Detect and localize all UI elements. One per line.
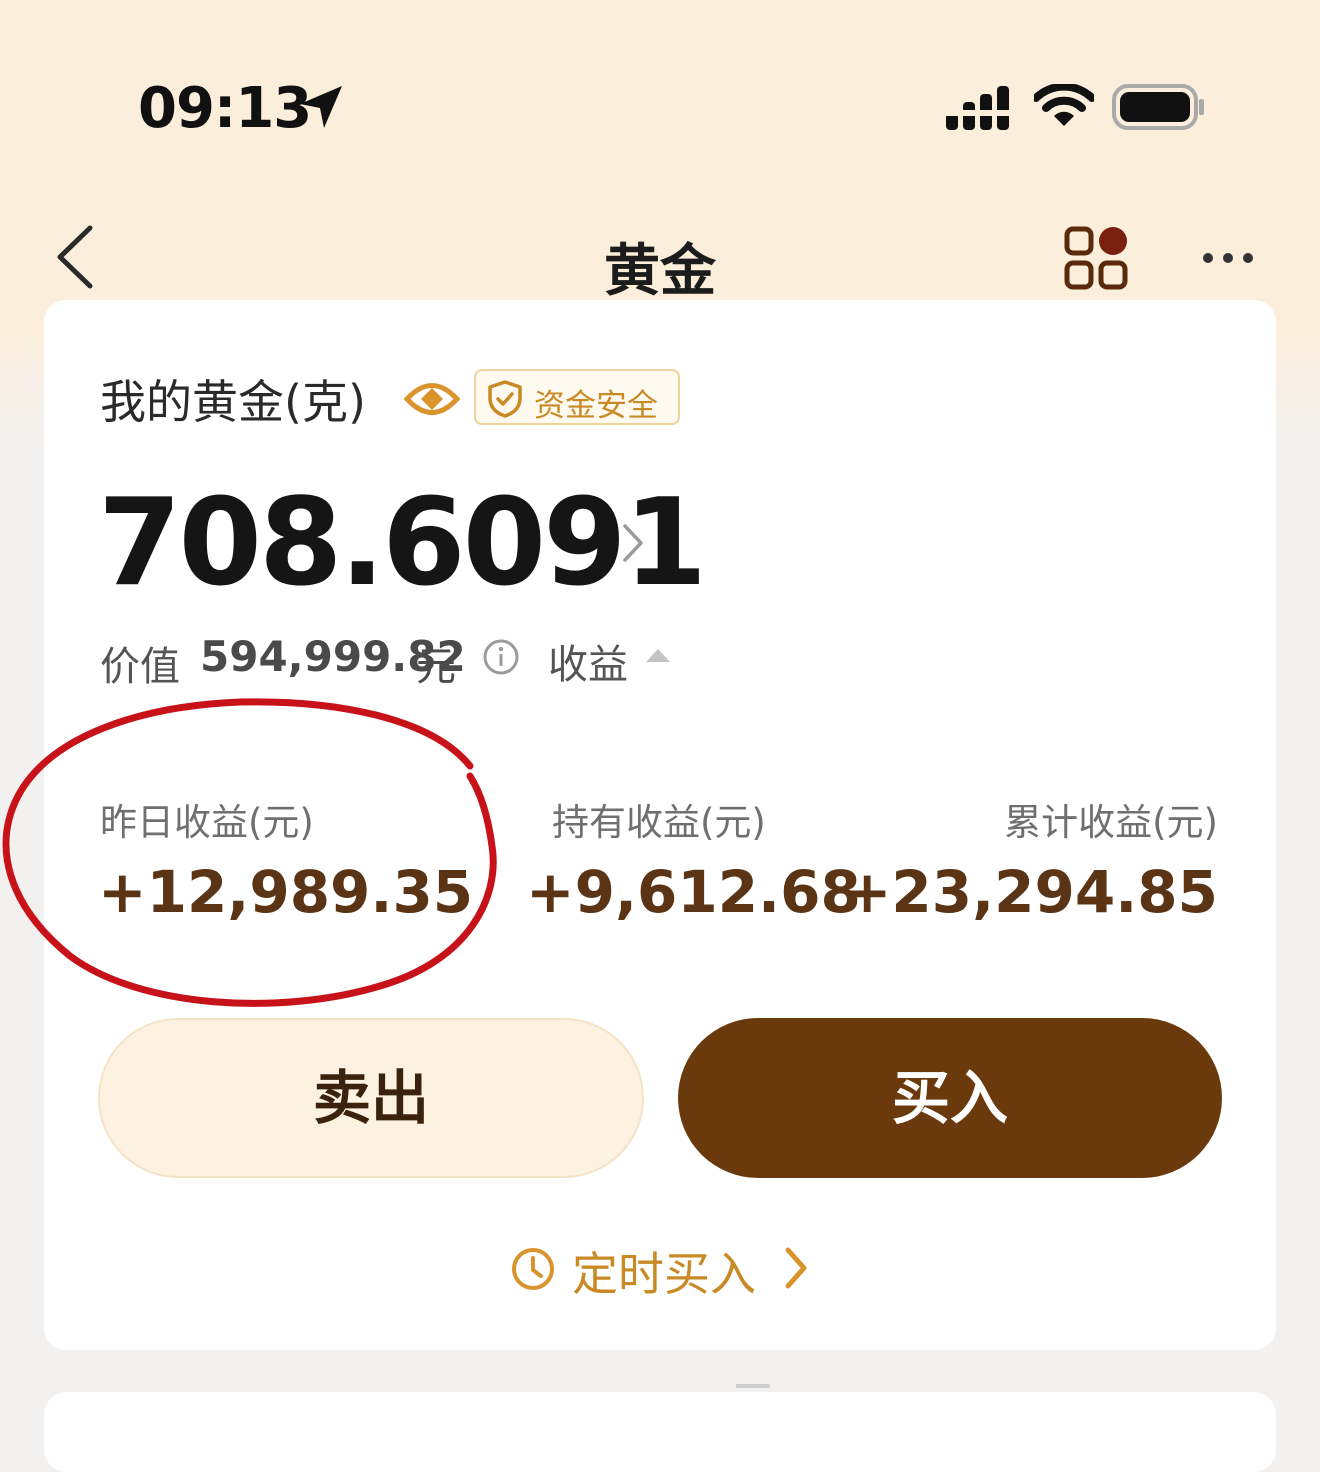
- location-arrow-icon: [300, 86, 342, 128]
- holding-label: 我的黄金(克): [100, 375, 366, 429]
- more-icon[interactable]: [1200, 246, 1256, 270]
- clock-icon: [512, 1248, 554, 1290]
- status-time: 09:13: [138, 76, 312, 141]
- profit-toggle-label: 收益: [548, 642, 628, 688]
- value-unit: 元: [416, 644, 456, 690]
- safety-badge-label: 资金安全: [534, 388, 658, 424]
- info-icon[interactable]: [482, 638, 520, 676]
- holding-profit-label: 持有收益(元): [552, 801, 766, 844]
- home-indicator: [736, 1384, 770, 1388]
- safety-badge: 资金安全: [474, 369, 680, 425]
- chevron-right-icon: [785, 1247, 807, 1289]
- apps-grid-icon[interactable]: [1064, 226, 1130, 292]
- chevron-right-icon[interactable]: [620, 522, 646, 564]
- shield-check-icon: [488, 380, 522, 418]
- cumulative-profit-label: 累计收益(元): [1004, 801, 1218, 844]
- scheduled-buy-label: 定时买入: [572, 1247, 756, 1301]
- wifi-icon: [1034, 84, 1094, 126]
- next-card: [44, 1392, 1276, 1472]
- red-annotation-circle: [2, 698, 497, 1007]
- battery-icon: [1112, 84, 1204, 130]
- eye-icon[interactable]: [404, 376, 460, 422]
- gold-amount[interactable]: 708.6091: [98, 474, 707, 613]
- holding-profit-value: +9,612.68: [526, 858, 861, 926]
- triangle-up-icon: [646, 649, 670, 662]
- sell-button[interactable]: 卖出: [98, 1018, 644, 1178]
- cumulative-profit-value: +23,294.85: [842, 858, 1218, 926]
- profit-toggle[interactable]: 收益: [548, 632, 670, 690]
- value-label: 价值: [100, 644, 180, 690]
- signal-icon: [946, 86, 1009, 130]
- buy-button[interactable]: 买入: [678, 1018, 1222, 1178]
